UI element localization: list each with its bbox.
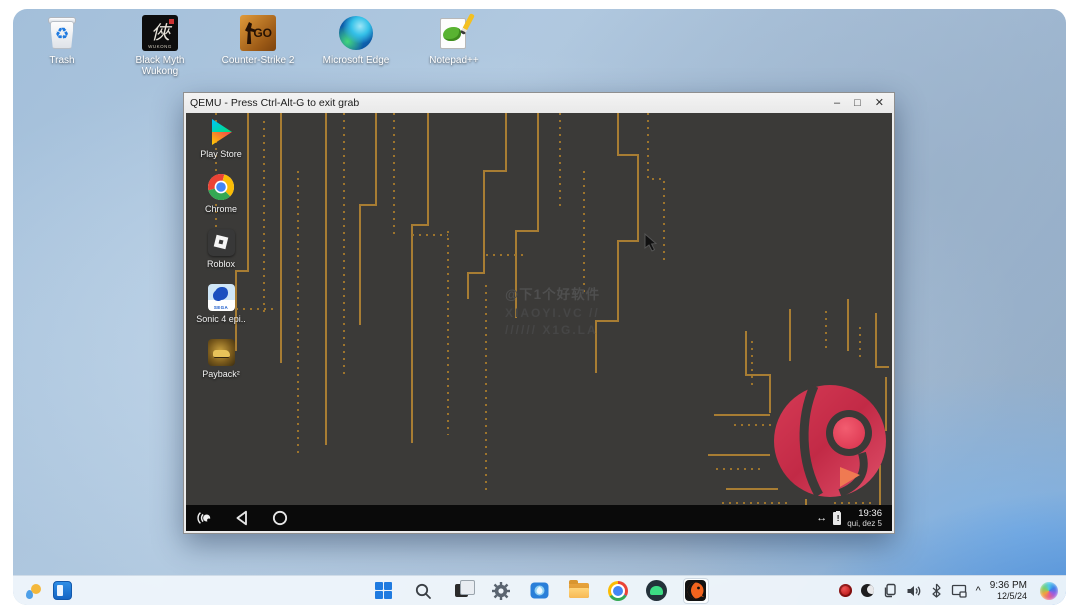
system-date: 12/5/24 xyxy=(990,591,1027,601)
close-button[interactable]: ✕ xyxy=(875,98,884,108)
desktop-icon-label: Black Myth xyxy=(136,55,185,66)
desktop-icon-black-myth-wukong[interactable]: 俠 WUKONG Black MythWukong xyxy=(121,14,199,77)
screenshot-stage: ♻ Trash 俠 WUKONG Black MythWukong GO Cou… xyxy=(0,0,1080,616)
android-app-label: Play Store xyxy=(200,149,242,159)
bliss-os-logo xyxy=(770,381,890,501)
android-app-sonic4[interactable]: SEGA Sonic 4 epi.. xyxy=(196,282,246,324)
android-app-icon xyxy=(646,580,667,601)
android-date: qui, dez 5 xyxy=(847,519,882,528)
windows-desktop: ♻ Trash 俠 WUKONG Black MythWukong GO Cou… xyxy=(13,9,1066,605)
watermark-text: @下1个好软件 XIAOYI.VC // ////// X1G.LA xyxy=(505,283,600,337)
desktop-icon-row: ♻ Trash 俠 WUKONG Black MythWukong GO Cou… xyxy=(23,14,493,77)
android-app-label: Sonic 4 epi.. xyxy=(196,314,246,324)
chrome-taskbar-icon xyxy=(608,581,628,601)
qemu-titlebar[interactable]: QEMU - Press Ctrl-Alt-G to exit grab – □… xyxy=(184,93,894,113)
chrome-button[interactable] xyxy=(605,578,631,604)
weather-widget-icon[interactable] xyxy=(23,581,43,601)
qemu-app-icon xyxy=(685,580,706,601)
black-myth-wukong-icon: 俠 WUKONG xyxy=(142,15,178,51)
android-app-play-store[interactable]: Play Store xyxy=(200,117,242,159)
desktop-icon-microsoft-edge[interactable]: Microsoft Edge xyxy=(317,14,395,77)
android-app-roblox[interactable]: Roblox xyxy=(206,227,236,269)
resize-arrows-icon: ↔ xyxy=(816,512,827,524)
desktop-icon-label: Microsoft Edge xyxy=(323,55,390,66)
desktop-icon-label: Trash xyxy=(49,55,74,66)
start-button[interactable] xyxy=(371,578,397,604)
mouse-cursor xyxy=(644,233,658,253)
back-button-icon[interactable] xyxy=(234,510,250,526)
system-time: 9:36 PM xyxy=(990,581,1027,591)
bluetooth-icon[interactable] xyxy=(931,582,942,600)
file-explorer-button[interactable] xyxy=(566,578,592,604)
clipboard-icon[interactable] xyxy=(883,582,897,600)
desktop-icon-trash[interactable]: ♻ Trash xyxy=(23,14,101,77)
minimize-button[interactable]: – xyxy=(834,98,840,108)
qemu-window-title: QEMU - Press Ctrl-Alt-G to exit grab xyxy=(190,97,834,109)
task-view-icon xyxy=(455,584,468,597)
android-app-chrome[interactable]: Chrome xyxy=(205,172,237,214)
android-clock[interactable]: 19:36 qui, dez 5 xyxy=(847,509,882,528)
android-app-payback2[interactable]: Payback² xyxy=(202,337,240,379)
search-icon xyxy=(414,582,432,600)
windows-taskbar: ^ 9:36 PM 12/5/24 xyxy=(13,575,1066,605)
desktop-icon-counter-strike-2[interactable]: GO Counter-Strike 2 xyxy=(219,14,297,77)
folder-icon xyxy=(569,583,589,598)
sonic-4-icon: SEGA xyxy=(208,284,235,311)
android-nav-bar: ↔ 19:36 qui, dez 5 xyxy=(186,505,892,531)
recording-indicator-icon[interactable] xyxy=(839,582,852,600)
home-button-icon[interactable] xyxy=(272,510,288,526)
notepad-plus-plus-icon xyxy=(438,15,470,51)
play-store-icon xyxy=(206,117,236,147)
qemu-window: QEMU - Press Ctrl-Alt-G to exit grab – □… xyxy=(183,92,895,534)
recycle-bin-icon: ♻ xyxy=(47,15,77,51)
maximize-button[interactable]: □ xyxy=(854,98,861,108)
roblox-icon xyxy=(208,229,235,256)
android-tool-button[interactable] xyxy=(644,578,670,604)
battery-icon xyxy=(833,512,841,525)
cast-display-icon[interactable] xyxy=(951,582,967,600)
android-app-label: Payback² xyxy=(202,369,240,379)
qemu-taskbar-button[interactable] xyxy=(683,578,709,604)
tray-app-swirl-icon[interactable] xyxy=(861,582,874,600)
desktop-icon-notepad-plus-plus[interactable]: Notepad++ xyxy=(415,14,493,77)
gear-icon xyxy=(491,581,511,601)
android-app-column: Play Store Chrome xyxy=(192,117,250,392)
blue-box-app-icon xyxy=(529,580,550,601)
desktop-icon-label: Notepad++ xyxy=(429,55,479,66)
system-clock[interactable]: 9:36 PM 12/5/24 xyxy=(990,581,1027,601)
widgets-icon[interactable] xyxy=(53,581,72,600)
copilot-icon[interactable] xyxy=(1040,582,1058,600)
android-time: 19:36 xyxy=(847,509,882,519)
counter-strike-2-icon: GO xyxy=(240,15,276,51)
android-app-label: Chrome xyxy=(205,204,237,214)
volume-icon[interactable] xyxy=(906,582,922,600)
desktop-icon-label: Counter-Strike 2 xyxy=(222,55,295,66)
settings-button[interactable] xyxy=(488,578,514,604)
search-button[interactable] xyxy=(410,578,436,604)
chrome-icon xyxy=(206,172,236,202)
bliss-nav-logo-icon[interactable] xyxy=(196,510,212,526)
android-screen[interactable]: Play Store Chrome xyxy=(186,113,892,505)
windows-logo-icon xyxy=(375,582,393,600)
edge-icon xyxy=(339,16,373,50)
tray-chevron-up[interactable]: ^ xyxy=(976,582,981,600)
pinned-app-blue-box[interactable] xyxy=(527,578,553,604)
android-app-label: Roblox xyxy=(207,259,235,269)
task-view-button[interactable] xyxy=(449,578,475,604)
payback2-icon xyxy=(208,339,235,366)
